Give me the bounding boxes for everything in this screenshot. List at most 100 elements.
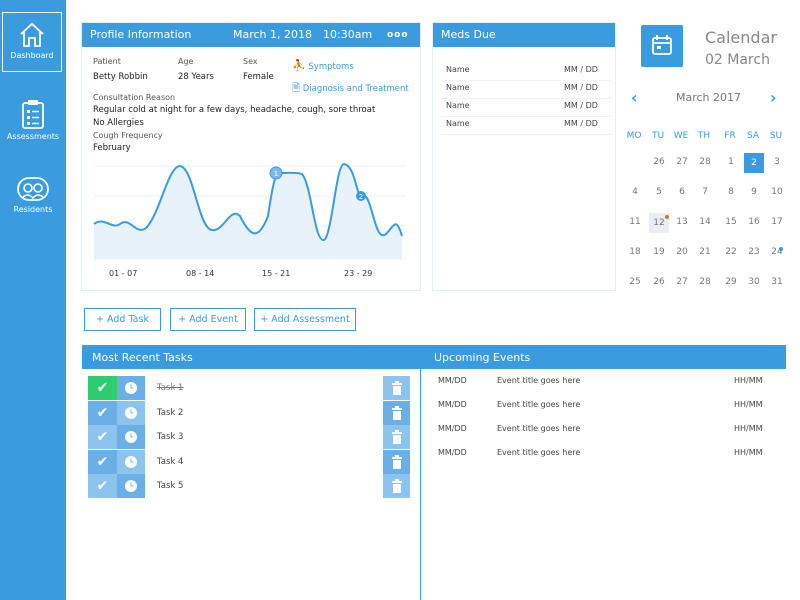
event-date: MM/DD bbox=[438, 400, 467, 409]
event-date: MM/DD bbox=[438, 376, 467, 385]
calendar-next-button[interactable]: › bbox=[770, 88, 777, 107]
trash-icon[interactable] bbox=[383, 425, 410, 449]
event-title: Event title goes here bbox=[497, 448, 581, 457]
med-name: Name bbox=[446, 83, 470, 92]
calendar-day[interactable]: 18 bbox=[625, 247, 645, 257]
calendar-day[interactable]: 7 bbox=[695, 187, 715, 197]
calendar-day[interactable]: 2 bbox=[744, 153, 764, 173]
task-checkbox[interactable]: ✔ bbox=[88, 449, 117, 474]
event-row[interactable]: MM/DD Event title goes here HH/MM bbox=[438, 376, 798, 396]
trash-icon[interactable] bbox=[383, 400, 410, 425]
calendar-day[interactable]: 15 bbox=[721, 217, 741, 227]
calendar-day[interactable]: 9 bbox=[744, 187, 764, 197]
symptoms-link-label: Symptoms bbox=[308, 62, 354, 72]
task-row[interactable]: ✔ Task 2 bbox=[88, 400, 418, 425]
cough-label: Cough Frequency bbox=[93, 131, 163, 140]
reason-label: Consultation Reason bbox=[93, 93, 176, 102]
events-title: Upcoming Events bbox=[434, 351, 531, 364]
calendar-day[interactable]: 13 bbox=[672, 217, 692, 227]
calendar-day[interactable]: 26 bbox=[649, 277, 669, 287]
calendar-day[interactable]: 21 bbox=[695, 247, 715, 257]
clock-icon[interactable] bbox=[117, 376, 145, 400]
meds-row[interactable]: Name MM / DD bbox=[441, 65, 611, 81]
calendar-day[interactable]: 4 bbox=[625, 187, 645, 197]
calendar-day[interactable]: 19 bbox=[649, 247, 669, 257]
clock-icon[interactable] bbox=[117, 400, 145, 425]
calendar-day[interactable]: 28 bbox=[695, 157, 715, 167]
patient-name: Betty Robbin bbox=[93, 72, 148, 82]
chart-x-tick: 15 - 21 bbox=[262, 269, 291, 278]
calendar-day[interactable]: 27 bbox=[672, 157, 692, 167]
trash-icon[interactable] bbox=[383, 376, 410, 400]
calendar-day[interactable]: 25 bbox=[625, 277, 645, 287]
calendar-day[interactable]: 23 bbox=[744, 247, 764, 257]
sidebar-item-dashboard[interactable]: Dashboard bbox=[2, 12, 62, 72]
calendar-day[interactable]: 16 bbox=[744, 217, 764, 227]
sidebar-item-assessments[interactable]: Assessments bbox=[0, 98, 66, 141]
more-options-icon[interactable]: ooo bbox=[387, 23, 409, 47]
add-event-button[interactable]: + Add Event bbox=[170, 308, 246, 331]
calendar-day[interactable]: 10 bbox=[767, 187, 787, 197]
calendar-day[interactable]: 31 bbox=[767, 277, 787, 287]
task-row[interactable]: ✔ Task 4 bbox=[88, 449, 418, 474]
calendar-icon[interactable] bbox=[641, 25, 683, 67]
sidebar-item-residents[interactable]: Residents bbox=[0, 175, 66, 214]
task-checkbox[interactable]: ✔ bbox=[88, 425, 117, 449]
calendar-widget: Calendar 02 March ‹ March 2017 › MO TU WE T… bbox=[625, 20, 795, 300]
calendar-day[interactable]: 6 bbox=[672, 187, 692, 197]
calendar-day[interactable]: 11 bbox=[625, 217, 645, 227]
calendar-day[interactable]: 26 bbox=[649, 157, 669, 167]
event-row[interactable]: MM/DD Event title goes here HH/MM bbox=[438, 400, 798, 420]
sidebar-item-label: Assessments bbox=[6, 132, 60, 141]
meds-row[interactable]: Name MM / DD bbox=[441, 119, 611, 135]
calendar-day[interactable]: 5 bbox=[649, 187, 669, 197]
task-label: Task 4 bbox=[157, 456, 184, 467]
symptoms-link[interactable]: ⛹ Symptoms bbox=[292, 59, 354, 72]
calendar-day[interactable]: 30 bbox=[744, 277, 764, 287]
calendar-day[interactable]: 17 bbox=[767, 217, 787, 227]
clock-icon[interactable] bbox=[117, 449, 145, 474]
calendar-day[interactable]: 14 bbox=[695, 217, 715, 227]
add-assessment-button[interactable]: + Add Assessment bbox=[254, 308, 356, 331]
med-due-date: MM / DD bbox=[564, 83, 598, 92]
event-row[interactable]: MM/DD Event title goes here HH/MM bbox=[438, 448, 798, 468]
calendar-weekday: MO bbox=[626, 131, 642, 141]
task-label: Task 1 bbox=[157, 383, 184, 393]
calendar-day[interactable]: 1 bbox=[721, 157, 741, 167]
trash-icon[interactable] bbox=[383, 474, 410, 498]
calendar-prev-button[interactable]: ‹ bbox=[631, 88, 638, 107]
calendar-day[interactable]: 8 bbox=[721, 187, 741, 197]
task-checkbox[interactable]: ✔ bbox=[88, 400, 117, 425]
chart-x-tick: 23 - 29 bbox=[344, 269, 373, 278]
diagnosis-link[interactable]: 🗎 Diagnosis and Treatment bbox=[292, 81, 409, 98]
event-indicator-dot bbox=[665, 215, 669, 219]
meds-title: Meds Due bbox=[441, 28, 496, 41]
calendar-day[interactable]: 22 bbox=[721, 247, 741, 257]
task-checkbox[interactable]: ✔ bbox=[88, 474, 117, 498]
task-row[interactable]: ✔ Task 3 bbox=[88, 425, 418, 449]
task-label: Task 2 bbox=[157, 407, 184, 418]
meds-header: Meds Due bbox=[433, 23, 615, 47]
calendar-day[interactable]: 20 bbox=[672, 247, 692, 257]
event-row[interactable]: MM/DD Event title goes here HH/MM bbox=[438, 424, 798, 444]
reason-value: Regular cold at night for a few days, he… bbox=[93, 105, 376, 115]
clock-icon[interactable] bbox=[117, 425, 145, 449]
divider bbox=[420, 369, 421, 600]
task-label: Task 3 bbox=[157, 432, 184, 442]
meds-row[interactable]: Name MM / DD bbox=[441, 83, 611, 99]
calendar-day[interactable]: 29 bbox=[721, 277, 741, 287]
calendar-weekday: TH bbox=[697, 131, 711, 141]
calendar-day[interactable]: 3 bbox=[767, 157, 787, 167]
clock-icon[interactable] bbox=[117, 474, 145, 498]
calendar-weekday: FR bbox=[724, 131, 736, 141]
task-row[interactable]: ✔ Task 5 bbox=[88, 474, 418, 498]
calendar-day[interactable]: 24 bbox=[767, 247, 787, 257]
task-checkbox[interactable]: ✔ bbox=[88, 376, 117, 400]
calendar-day[interactable]: 28 bbox=[695, 277, 715, 287]
add-task-button[interactable]: + Add Task bbox=[84, 308, 161, 331]
profile-time: 10:30am bbox=[323, 28, 373, 41]
task-row[interactable]: ✔ Task 1 bbox=[88, 376, 418, 400]
trash-icon[interactable] bbox=[383, 449, 410, 474]
calendar-day[interactable]: 27 bbox=[672, 277, 692, 287]
meds-row[interactable]: Name MM / DD bbox=[441, 101, 611, 117]
